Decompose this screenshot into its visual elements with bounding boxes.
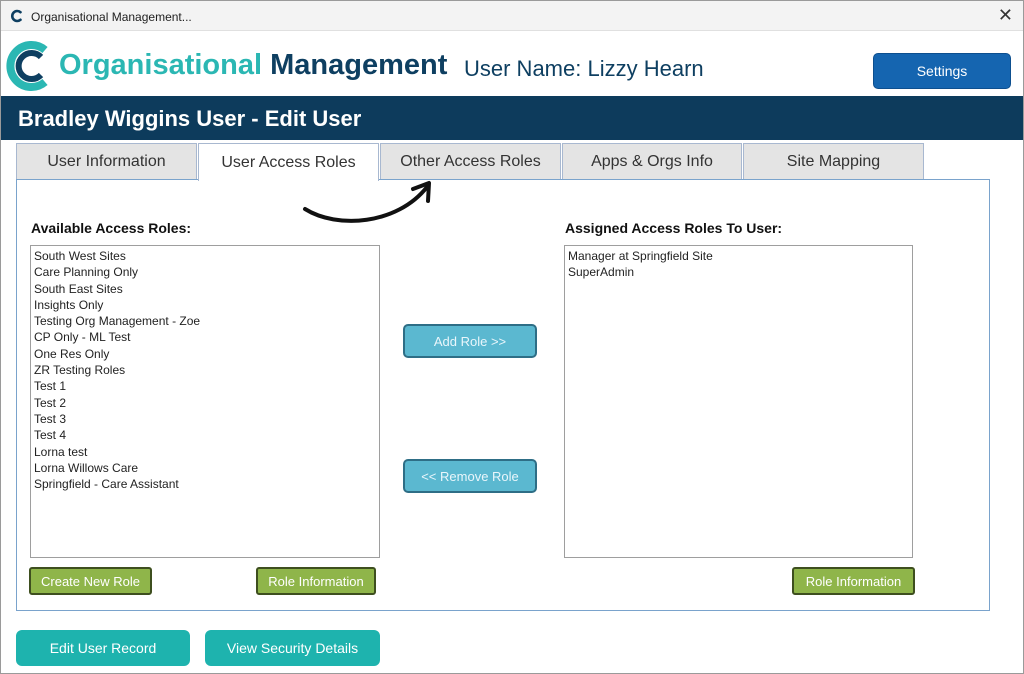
list-item[interactable]: One Res Only — [34, 346, 376, 362]
list-item[interactable]: Manager at Springfield Site — [568, 248, 909, 264]
role-information-button-left[interactable]: Role Information — [256, 567, 376, 595]
list-item[interactable]: SuperAdmin — [568, 264, 909, 280]
user-name-label: User Name: Lizzy Hearn — [464, 56, 704, 81]
tab-apps-orgs-info[interactable]: Apps & Orgs Info — [562, 143, 742, 180]
view-security-details-button[interactable]: View Security Details — [205, 630, 380, 666]
list-item[interactable]: Lorna test — [34, 444, 376, 460]
add-role-button[interactable]: Add Role >> — [403, 324, 537, 358]
list-item[interactable]: Test 4 — [34, 427, 376, 443]
list-item[interactable]: Springfield - Care Assistant — [34, 476, 376, 492]
app-window: Organisational Management... ✕ Organisat… — [0, 0, 1024, 674]
annotation-arrow — [303, 181, 431, 223]
brand-title-part1: Organisational — [59, 49, 263, 81]
list-item[interactable]: Test 2 — [34, 395, 376, 411]
title-bar: Organisational Management... ✕ — [1, 1, 1023, 31]
list-item[interactable]: Care Planning Only — [34, 264, 376, 280]
brand-title: Organisational Management — [59, 49, 447, 82]
available-roles-list[interactable]: South West Sites Care Planning Only South … — [30, 245, 380, 558]
assigned-roles-label: Assigned Access Roles To User: — [565, 220, 783, 236]
remove-role-button[interactable]: << Remove Role — [403, 459, 537, 493]
list-item[interactable]: ZR Testing Roles — [34, 362, 376, 378]
brand-logo-icon — [6, 41, 48, 91]
settings-button[interactable]: Settings — [873, 53, 1011, 89]
app-logo-icon — [11, 9, 22, 23]
list-item[interactable]: Test 3 — [34, 411, 376, 427]
list-item[interactable]: Test 1 — [34, 378, 376, 394]
tab-user-access-roles[interactable]: User Access Roles — [198, 143, 379, 181]
edit-user-record-button[interactable]: Edit User Record — [16, 630, 190, 666]
list-item[interactable]: South West Sites — [34, 248, 376, 264]
tab-user-information[interactable]: User Information — [16, 143, 197, 180]
tab-site-mapping[interactable]: Site Mapping — [743, 143, 924, 180]
brand-title-part2: Management — [270, 49, 448, 81]
role-information-button-right[interactable]: Role Information — [792, 567, 915, 595]
list-item[interactable]: Testing Org Management - Zoe — [34, 313, 376, 329]
available-roles-label: Available Access Roles: — [31, 220, 192, 236]
close-icon[interactable]: ✕ — [998, 5, 1013, 25]
create-new-role-button[interactable]: Create New Role — [29, 567, 152, 595]
window-title: Organisational Management... — [31, 10, 192, 24]
assigned-roles-list[interactable]: Manager at Springfield Site SuperAdmin — [564, 245, 913, 558]
list-item[interactable]: CP Only - ML Test — [34, 329, 376, 345]
list-item[interactable]: Insights Only — [34, 297, 376, 313]
page-title: Bradley Wiggins User - Edit User — [18, 106, 362, 131]
page-header: Bradley Wiggins User - Edit User — [1, 96, 1023, 140]
list-item[interactable]: South East Sites — [34, 281, 376, 297]
tab-other-access-roles[interactable]: Other Access Roles — [380, 143, 561, 180]
list-item[interactable]: Lorna Willows Care — [34, 460, 376, 476]
